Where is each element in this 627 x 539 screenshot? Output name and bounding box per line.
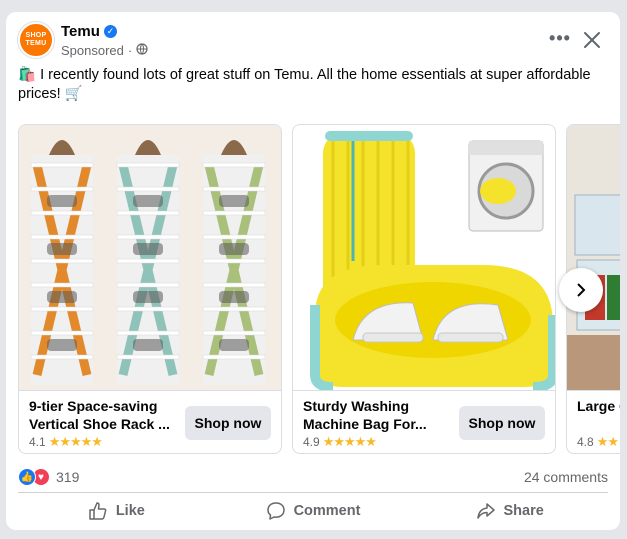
sponsored-text[interactable]: Sponsored: [61, 43, 124, 58]
item-title[interactable]: Sturdy Washing Machine Bag For...: [303, 397, 448, 433]
page-avatar[interactable]: SHOP TEMU: [18, 22, 54, 58]
share-icon: [476, 503, 495, 519]
rating-value: 4.8: [577, 435, 594, 449]
avatar-text-top: SHOP: [25, 32, 47, 39]
shop-now-button[interactable]: Shop now: [459, 406, 545, 440]
rating-value: 4.1: [29, 435, 46, 449]
close-icon[interactable]: [578, 26, 606, 54]
reaction-icons: ♥ 👍: [18, 468, 50, 486]
carousel-item[interactable]: 9-tier Space-saving Vertical Shoe Rack .…: [18, 124, 282, 454]
shop-now-button[interactable]: Shop now: [185, 406, 271, 440]
sponsored-post-card: SHOP TEMU Temu ✓ Sponsored · ••• 🛍️ I re…: [6, 12, 620, 530]
item-info: 9-tier Space-saving Vertical Shoe Rack .…: [19, 390, 281, 453]
like-label: Like: [115, 503, 145, 519]
item-rating: 4.1 ★★★★★: [29, 434, 103, 450]
star-rating-icon: ★★★★★: [48, 434, 103, 449]
reaction-count: 319: [56, 469, 80, 485]
rating-value: 4.9: [303, 435, 320, 449]
page-name[interactable]: Temu: [61, 23, 100, 40]
comment-icon: [266, 502, 285, 520]
washing-bag-image[interactable]: [293, 125, 555, 390]
item-info: Sturdy Washing Machine Bag For... 4.9 ★★…: [293, 390, 555, 453]
share-button[interactable]: Share: [411, 495, 608, 527]
item-rating: 4.8 ★★: [577, 434, 619, 450]
chevron-right-icon[interactable]: [559, 268, 603, 312]
item-title[interactable]: 9-tier Space-saving Vertical Shoe Rack .…: [29, 397, 174, 433]
verified-badge-icon: ✓: [104, 25, 117, 38]
comment-button[interactable]: Comment: [215, 495, 412, 527]
item-rating: 4.9 ★★★★★: [303, 434, 377, 450]
carousel-item[interactable]: Sturdy Washing Machine Bag For... 4.9 ★★…: [292, 124, 556, 454]
divider: [18, 492, 608, 493]
shoe-rack-image[interactable]: [19, 125, 281, 390]
product-carousel: 9-tier Space-saving Vertical Shoe Rack .…: [18, 124, 620, 454]
share-label: Share: [503, 503, 544, 519]
star-rating-icon: ★★: [596, 434, 619, 449]
post-text: 🛍️ I recently found lots of great stuff …: [18, 67, 591, 102]
thumbs-up-icon: 👍: [18, 468, 36, 486]
comment-label: Comment: [293, 503, 361, 519]
star-rating-icon: ★★★★★: [322, 434, 377, 449]
more-options-icon[interactable]: •••: [544, 26, 576, 54]
reactions-summary[interactable]: ♥ 👍 319: [18, 468, 79, 486]
sponsored-label: Sponsored ·: [61, 43, 148, 58]
like-button[interactable]: Like: [18, 495, 215, 527]
post-header: SHOP TEMU Temu ✓ Sponsored · •••: [6, 12, 620, 68]
storage-box-image[interactable]: [567, 125, 620, 390]
thumbs-up-outline-icon: [89, 502, 107, 520]
avatar-text-bottom: TEMU: [25, 40, 47, 47]
globe-icon: [136, 43, 148, 58]
item-info: Large Ca Transpar 4.8 ★★: [567, 390, 620, 453]
item-title[interactable]: Large Ca Transpar: [577, 397, 620, 415]
separator: ·: [127, 43, 133, 58]
post-actions: Like Comment Share: [18, 495, 608, 527]
comments-count[interactable]: 24 comments: [524, 469, 608, 485]
